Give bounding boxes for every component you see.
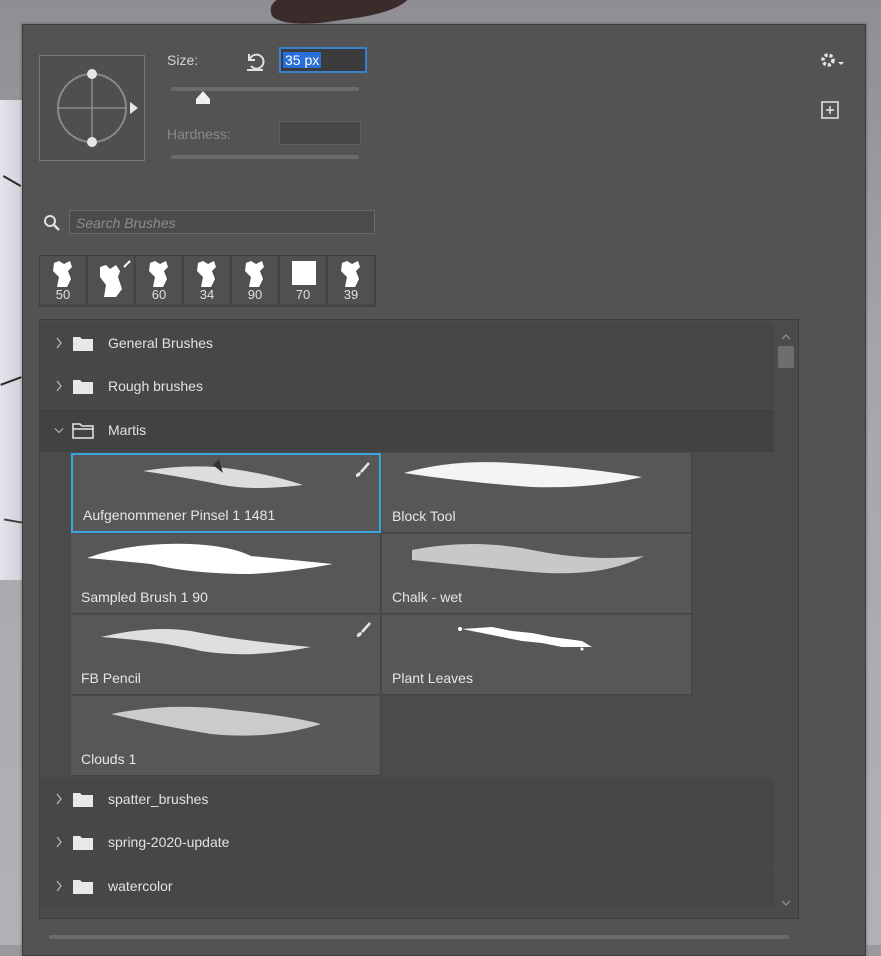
brush-icon [355,462,370,477]
recent-brush-6[interactable]: 70 [280,256,327,304]
brush-name: Block Tool [392,508,456,524]
size-slider-thumb[interactable] [195,91,211,105]
brush-preset-list[interactable]: General Brushes Rough brushes Martis Auf… [39,319,799,919]
folder-spring-2020-update[interactable]: spring-2020-update [40,821,774,864]
folder-name: spring-2020-update [108,834,230,850]
chevron-right-icon [56,836,62,848]
chevron-down-icon [54,427,64,434]
open-folder-icon [72,423,94,439]
scroll-up-arrow[interactable] [780,332,792,342]
folder-name: spatter_brushes [108,791,209,807]
folder-name: Martis [108,422,147,438]
brush-preset-picker-panel: Size: 35 px Hardness: Search Brushes 50 [22,24,866,956]
folder-icon [73,793,93,807]
search-icon [44,215,60,231]
hardness-label: Hardness: [167,126,231,142]
brush-name: FB Pencil [81,670,141,686]
folder-name: Rough brushes [108,378,203,394]
size-label: Size: [167,52,199,68]
recent-brush-size: 39 [343,287,359,302]
recent-brush-5[interactable]: 90 [232,256,279,304]
folder-name: General Brushes [108,335,214,351]
chevron-right-icon [56,793,62,805]
brush-tile-block-tool[interactable]: Block Tool [382,453,692,533]
recent-brush-2[interactable] [88,256,135,304]
chevron-right-icon [56,380,62,392]
brush-tile-plant-leaves[interactable]: Plant Leaves [382,615,692,695]
recent-brush-size: 90 [247,287,263,302]
recent-brush-size: 60 [151,287,167,302]
folder-name: watercolor [108,878,173,894]
brush-name: Plant Leaves [392,670,473,686]
recent-brush-size: 70 [295,287,311,302]
brush-name: Chalk - wet [392,589,463,605]
folder-icon [73,880,93,894]
gear-icon[interactable] [819,50,845,70]
folder-icon [73,337,93,351]
folder-rough-brushes[interactable]: Rough brushes [40,365,774,408]
recent-brushes-strip: 50 60 34 90 70 39 [39,255,376,307]
list-scrollbar[interactable] [774,320,798,918]
size-input[interactable]: 35 px [279,47,367,73]
brush-tile-fb-pencil[interactable]: FB Pencil [71,615,381,695]
search-brushes-input[interactable]: Search Brushes [69,210,375,234]
recent-brush-1[interactable]: 50 [40,256,87,304]
brush-name: Sampled Brush 1 90 [81,589,208,605]
brush-tile-sampled-brush[interactable]: Sampled Brush 1 90 [71,534,381,614]
brush-name: Aufgenommener Pinsel 1 1481 [83,507,276,523]
brush-name: Clouds 1 [81,751,137,767]
new-preset-icon[interactable] [821,101,839,119]
brush-tile-chalk-wet[interactable]: Chalk - wet [382,534,692,614]
folder-watercolor[interactable]: watercolor [40,865,774,908]
recent-brush-4[interactable]: 34 [184,256,231,304]
hardness-slider-track[interactable] [171,155,359,159]
scroll-down-arrow[interactable] [780,898,792,908]
recent-brush-7[interactable]: 39 [328,256,374,304]
size-value: 35 px [283,52,322,68]
recent-brush-size: 34 [199,287,215,302]
brush-tile-clouds[interactable]: Clouds 1 [71,696,381,776]
folder-icon [73,836,93,850]
folder-martis[interactable]: Martis [40,409,774,452]
chevron-right-icon [56,337,62,349]
brush-icon [356,622,371,637]
recent-brush-3[interactable]: 60 [136,256,183,304]
folder-spatter-brushes[interactable]: spatter_brushes [40,778,774,821]
chevron-right-icon [56,880,62,892]
folder-general-brushes[interactable]: General Brushes [40,322,774,365]
hardness-input[interactable] [279,121,361,145]
folder-icon [73,380,93,394]
reset-icon[interactable] [243,49,267,73]
brush-tip-preview[interactable] [39,55,145,161]
scroll-thumb[interactable] [778,346,794,368]
preview-size-slider[interactable] [49,935,789,939]
recent-brush-size: 50 [55,287,71,302]
brush-tile-aufgenommener[interactable]: Aufgenommener Pinsel 1 1481 [71,453,381,533]
